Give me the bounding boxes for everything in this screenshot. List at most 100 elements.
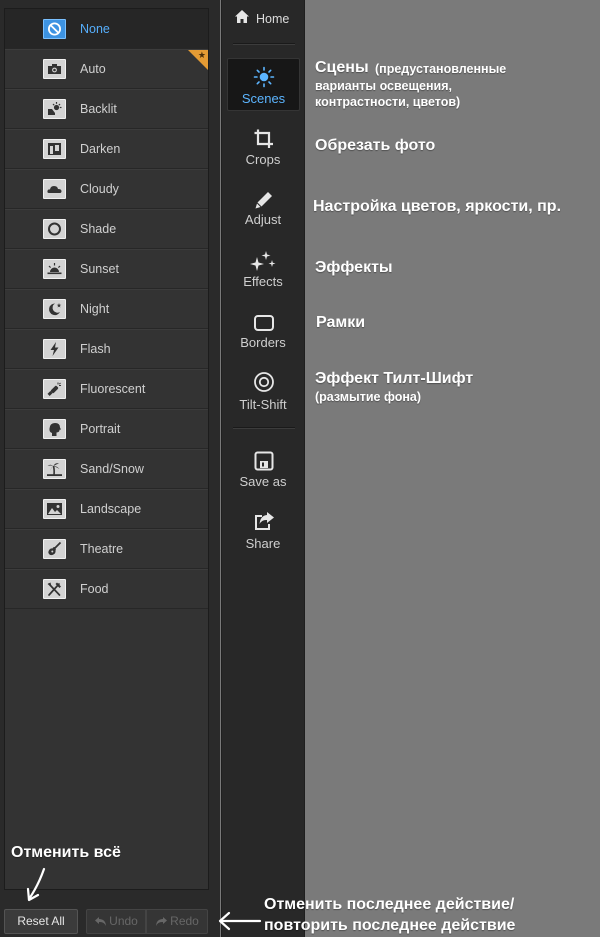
crop-icon [254, 129, 273, 148]
share-icon [255, 512, 274, 530]
home-label: Home [256, 12, 290, 26]
sun-icon [253, 66, 275, 88]
night-icon [43, 299, 66, 319]
annotation-tiltshift: Эффект Тилт-Шифт [315, 370, 474, 387]
sparkle-icon [250, 251, 276, 271]
undo-icon [95, 917, 107, 927]
darken-icon [43, 139, 66, 159]
scenes-panel: None Auto ★ Backlit Darken Cloudy Shade … [0, 0, 220, 937]
home-button[interactable]: Home [229, 7, 293, 31]
redo-label: Redo [170, 914, 199, 928]
scene-item-none[interactable]: None [5, 9, 208, 49]
nav-crops[interactable]: Crops [222, 124, 304, 182]
scene-list: None Auto ★ Backlit Darken Cloudy Shade … [4, 8, 209, 890]
scene-label: Night [80, 302, 110, 316]
nav-label: Effects [243, 274, 283, 289]
nav-effects[interactable]: Effects [222, 246, 304, 304]
portrait-icon [43, 419, 66, 439]
flash-icon [43, 339, 66, 359]
nav-label: Adjust [244, 212, 282, 227]
scene-label: Darken [80, 142, 121, 156]
scene-label: Food [80, 582, 109, 596]
scene-item-auto[interactable]: Auto ★ [5, 49, 208, 89]
scene-item-darken[interactable]: Darken [5, 129, 208, 169]
scene-item-shade[interactable]: Shade [5, 209, 208, 249]
nav-label: Share [245, 536, 281, 551]
fluorescent-icon [43, 379, 66, 399]
pencil-icon [255, 192, 272, 209]
nav-label: Borders [240, 335, 286, 350]
tilt-shift-icon [254, 372, 274, 392]
annotation-reset-all: Отменить всё [11, 844, 121, 861]
reset-all-label: Reset All [17, 914, 65, 928]
scene-label: Shade [80, 222, 117, 236]
scene-item-night[interactable]: Night [5, 289, 208, 329]
scene-label: Sunset [80, 262, 119, 276]
scene-item-portrait[interactable]: Portrait [5, 409, 208, 449]
nav-divider [233, 427, 295, 429]
scene-label: Landscape [80, 502, 142, 516]
scene-label: Sand/Snow [80, 462, 144, 476]
backlit-icon [43, 99, 66, 119]
undo-button[interactable]: Undo [86, 909, 146, 934]
annotation-scenes-desc: контрастности, цветов) [315, 95, 461, 109]
annotation-undo-redo: Отменить последнее действие/ [264, 896, 515, 913]
nav-label: Save as [239, 474, 287, 489]
arrow-icon [26, 867, 46, 902]
scene-label: Theatre [80, 542, 124, 556]
star-icon: ★ [197, 50, 206, 60]
nav-scenes[interactable]: Scenes [227, 58, 300, 111]
scene-item-theatre[interactable]: Theatre [5, 529, 208, 569]
nav-column: Scenes Crops Adjust Effects Borders Tilt… [221, 0, 305, 937]
annotation-tiltshift-desc: (размытие фона) [315, 390, 422, 404]
nav-tilt-shift[interactable]: Tilt-Shift [222, 367, 304, 425]
nav-label: Crops [245, 152, 281, 167]
scene-label: None [80, 22, 110, 36]
landscape-icon [43, 499, 66, 519]
arrow-icon [218, 911, 262, 931]
scene-item-fluorescent[interactable]: Fluorescent [5, 369, 208, 409]
scene-label: Fluorescent [80, 382, 146, 396]
guitar-icon [43, 539, 66, 559]
scene-label: Auto [80, 62, 106, 76]
scene-item-landscape[interactable]: Landscape [5, 489, 208, 529]
scene-item-backlit[interactable]: Backlit [5, 89, 208, 129]
annotation-scenes-desc: (предустановленные [375, 62, 507, 76]
annotation-scenes-desc: варианты освещения, [315, 79, 452, 93]
annotation-borders: Рамки [316, 314, 366, 331]
nav-share[interactable]: Share [222, 506, 304, 564]
beach-icon [43, 459, 66, 479]
scene-label: Flash [80, 342, 111, 356]
redo-icon [156, 917, 168, 927]
shade-icon [43, 219, 66, 239]
scene-item-food[interactable]: Food [5, 569, 208, 609]
bottom-toolbar: Reset All Undo Redo [0, 905, 220, 937]
scene-item-sunset[interactable]: Sunset [5, 249, 208, 289]
border-icon [254, 315, 274, 331]
annotation-effects: Эффекты [315, 259, 393, 276]
scene-item-cloudy[interactable]: Cloudy [5, 169, 208, 209]
scene-label: Backlit [80, 102, 117, 116]
scene-item-flash[interactable]: Flash [5, 329, 208, 369]
undo-label: Undo [109, 914, 138, 928]
sunset-icon [43, 259, 66, 279]
nav-label: Tilt-Shift [239, 397, 287, 412]
redo-button[interactable]: Redo [146, 909, 208, 934]
none-icon [43, 19, 66, 39]
cloud-icon [43, 179, 66, 199]
scene-item-sand-snow[interactable]: Sand/Snow [5, 449, 208, 489]
annotation-scenes-title: Сцены [315, 59, 369, 76]
annotation-undo-redo: повторить последнее действие [264, 917, 516, 934]
nav-borders[interactable]: Borders [222, 308, 304, 366]
annotation-crops: Обрезать фото [315, 137, 436, 154]
food-icon [43, 579, 66, 599]
nav-adjust[interactable]: Adjust [222, 185, 304, 243]
scene-label: Cloudy [80, 182, 119, 196]
annotation-adjust: Настройка цветов, яркости, пр. [313, 198, 562, 215]
reset-all-button[interactable]: Reset All [4, 909, 78, 934]
home-icon [235, 10, 249, 23]
camera-icon [43, 59, 66, 79]
nav-save-as[interactable]: Save as [222, 446, 304, 504]
nav-divider [233, 43, 295, 45]
scene-label: Portrait [80, 422, 121, 436]
